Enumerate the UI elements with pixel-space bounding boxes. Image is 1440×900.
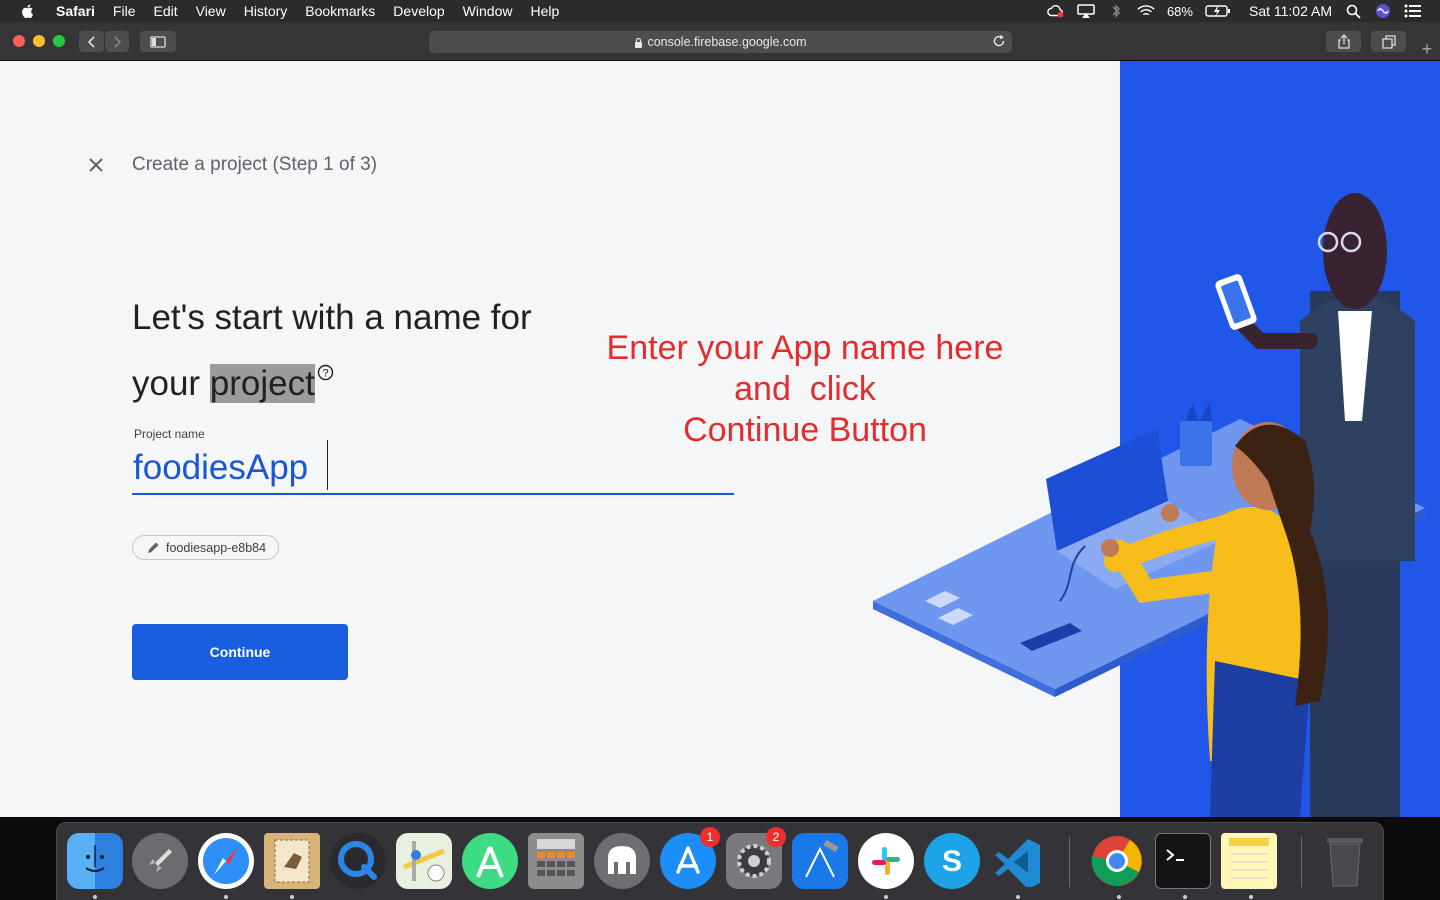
help-icon[interactable]: ? (317, 362, 334, 381)
headline-text: Let's start with a name for your (132, 298, 532, 403)
android-studio-icon[interactable] (462, 833, 518, 889)
notification-center-icon[interactable] (1404, 3, 1422, 19)
system-preferences-badge: 2 (766, 827, 786, 847)
siri-icon[interactable] (1374, 3, 1392, 19)
chevron-right-icon (114, 35, 122, 48)
terminal-icon[interactable] (1155, 833, 1211, 889)
tab-overview-button[interactable] (1371, 31, 1406, 52)
tabs-icon (1381, 34, 1396, 49)
creative-cloud-icon[interactable] (1047, 3, 1065, 19)
menu-app-name[interactable]: Safari (47, 0, 104, 22)
mail-running-indicator (290, 895, 294, 899)
menu-window[interactable]: Window (454, 0, 522, 22)
vscode-icon[interactable] (990, 833, 1046, 889)
safari-running-indicator (224, 895, 228, 899)
share-icon (1337, 34, 1350, 49)
notes-running-indicator (1249, 895, 1253, 899)
forward-button[interactable] (105, 31, 129, 52)
menu-view[interactable]: View (187, 0, 235, 22)
close-window-button[interactable] (13, 35, 25, 47)
reload-icon[interactable] (992, 34, 1006, 48)
app-store-icon[interactable]: 1 (660, 827, 720, 889)
trash-icon[interactable] (1317, 833, 1373, 889)
system-preferences-icon[interactable]: 2 (726, 827, 786, 889)
safari-icon[interactable] (198, 833, 254, 889)
project-name-label: Project name (134, 427, 205, 441)
page-headline: Let's start with a name for your project… (132, 291, 602, 411)
wifi-icon[interactable] (1137, 3, 1155, 19)
new-tab-button[interactable]: + (1416, 39, 1438, 61)
chevron-left-icon (87, 35, 95, 48)
firebase-create-project-page: Create a project (Step 1 of 3) Let's sta… (0, 61, 1440, 817)
minimize-window-button[interactable] (33, 35, 45, 47)
mail-icon[interactable] (264, 833, 320, 889)
chrome-running-indicator (1117, 895, 1121, 899)
menu-file[interactable]: File (104, 0, 145, 22)
skype-icon[interactable]: S (924, 833, 980, 889)
slack-icon[interactable] (858, 833, 914, 889)
back-button[interactable] (79, 31, 104, 52)
continue-button[interactable]: Continue (132, 624, 348, 680)
clock[interactable]: Sat 11:02 AM (1249, 3, 1332, 19)
app-store-badge: 1 (700, 827, 720, 847)
finder-running-indicator (93, 895, 97, 899)
menu-history[interactable]: History (235, 0, 297, 22)
terminal-running-indicator (1183, 895, 1187, 899)
annotation-line-3: Continue Button (683, 411, 927, 449)
chrome-icon[interactable] (1089, 833, 1145, 889)
tableplus-icon[interactable] (594, 833, 650, 889)
bluetooth-icon[interactable] (1107, 3, 1125, 19)
svg-text:?: ? (322, 368, 328, 380)
browser-toolbar: console.firebase.google.com (0, 22, 1440, 61)
menu-bookmarks[interactable]: Bookmarks (296, 0, 384, 22)
dock: 1 2 S (56, 822, 1384, 900)
menu-help[interactable]: Help (521, 0, 568, 22)
finder-icon[interactable] (67, 833, 123, 889)
close-icon[interactable] (84, 153, 108, 177)
maps-icon[interactable] (396, 833, 452, 889)
quicktime-icon[interactable] (330, 833, 386, 889)
apple-menu-icon[interactable] (20, 3, 36, 19)
zoom-window-button[interactable] (53, 35, 65, 47)
url-text: console.firebase.google.com (647, 35, 807, 49)
dock-separator-trash (1301, 837, 1302, 887)
sidebar-toggle-button[interactable] (140, 31, 176, 52)
menu-develop[interactable]: Develop (384, 0, 453, 22)
status-area: 68% Sat 11:02 AM (1047, 0, 1440, 22)
tutorial-annotation: Enter your App name here and click Conti… (590, 328, 1020, 451)
annotation-line-1: Enter your App name here (606, 329, 1004, 367)
pencil-icon (147, 541, 160, 554)
sidebar-icon (150, 35, 166, 48)
svg-text:S: S (942, 845, 962, 878)
spotlight-search-icon[interactable] (1344, 3, 1362, 19)
airplay-icon[interactable] (1077, 3, 1095, 19)
text-caret (327, 440, 328, 490)
calculator-icon[interactable] (528, 833, 584, 889)
project-id-chip[interactable]: foodiesapp-e8b84 (132, 535, 280, 560)
lock-icon (634, 37, 643, 48)
launchpad-icon[interactable] (132, 833, 188, 889)
step-title: Create a project (Step 1 of 3) (132, 154, 378, 175)
battery-percent: 68% (1166, 3, 1193, 19)
menu-bar: Safari File Edit View History Bookmarks … (0, 0, 1440, 22)
vscode-running-indicator (1016, 895, 1020, 899)
dock-separator (1069, 837, 1070, 887)
headline-highlighted-word: project (209, 364, 315, 403)
slack-running-indicator (884, 895, 888, 899)
menu-edit[interactable]: Edit (144, 0, 186, 22)
project-id-text: foodiesapp-e8b84 (166, 540, 267, 555)
address-bar[interactable]: console.firebase.google.com (429, 31, 1012, 53)
notes-icon[interactable] (1221, 833, 1277, 889)
annotation-line-2: and click (734, 370, 876, 408)
xcode-icon[interactable] (792, 833, 848, 889)
battery-icon[interactable] (1205, 3, 1231, 19)
share-button[interactable] (1326, 31, 1361, 52)
